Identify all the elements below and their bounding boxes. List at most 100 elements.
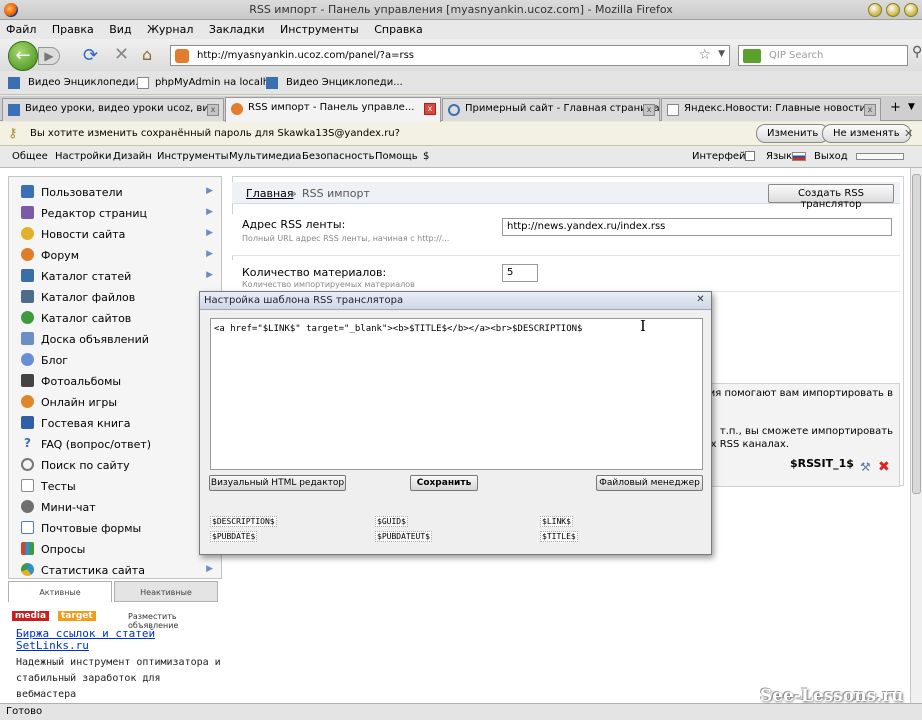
search-icon[interactable]: ⚲ <box>912 44 922 60</box>
url-bar[interactable]: http://myasnyankin.ucoz.com/panel/?a=rss… <box>170 45 730 66</box>
create-rss-button[interactable]: Создать RSS транслятор <box>768 184 894 210</box>
sidebar-item-minichat[interactable]: Мини-чат <box>9 497 221 517</box>
stats-icon <box>21 563 34 576</box>
maximize-button[interactable] <box>886 3 900 17</box>
tab-list-icon[interactable]: ▼ <box>908 102 915 112</box>
template-variable[interactable]: $GUID$ <box>375 516 408 527</box>
ad-title-link[interactable]: Биржа ссылок и статей SetLinks.ru <box>16 628 216 652</box>
ad-brand-target[interactable]: target <box>58 611 96 621</box>
bookmark-item[interactable]: Видео Энциклопеди... <box>286 77 403 88</box>
back-button[interactable]: ← <box>8 41 38 71</box>
sidebar-item-faq[interactable]: ? FAQ (вопрос/ответ) <box>9 434 221 454</box>
tab-yandex-news[interactable]: Яндекс.Новости: Главные новости x <box>661 98 881 121</box>
tab-inactive-modules[interactable]: Неактивные <box>114 581 218 602</box>
visual-editor-button[interactable]: Визуальный HTML редактор <box>209 475 346 491</box>
bookmark-star-icon[interactable]: ☆ <box>698 47 711 63</box>
close-icon[interactable]: x <box>424 103 436 115</box>
file-manager-button[interactable]: Файловый менеджер <box>596 475 703 491</box>
ad-brand-media[interactable]: media <box>12 611 50 621</box>
minimize-button[interactable] <box>868 3 882 17</box>
menu-help[interactable]: Справка <box>368 20 428 36</box>
tab-video-lessons[interactable]: Видео уроки, видео уроки ucoz, ви... x <box>2 98 224 121</box>
logout-link[interactable]: Выход <box>814 151 848 162</box>
breadcrumb-home-link[interactable]: Главная <box>246 187 294 200</box>
window-title: RSS импорт - Панель управления [myasnyan… <box>249 3 673 16</box>
count-input[interactable]: 5 <box>502 264 538 282</box>
sidebar-item-board[interactable]: Доска объявлений <box>9 329 221 349</box>
search-input[interactable]: QIP Search <box>738 45 908 66</box>
menu-edit[interactable]: Правка <box>46 20 100 36</box>
menu-bar: Файл Правка Вид Журнал Закладки Инструме… <box>0 20 922 39</box>
sidebar-item-tests[interactable]: Тесты <box>9 476 221 496</box>
sidebar-item-mailforms[interactable]: Почтовые формы <box>9 518 221 538</box>
sidebar-item-polls[interactable]: Опросы <box>9 539 221 559</box>
russian-flag-icon[interactable] <box>792 152 806 161</box>
menu-file[interactable]: Файл <box>0 20 42 36</box>
template-editor[interactable]: <a href="$LINK$" target="_blank"><b>$TIT… <box>210 318 703 470</box>
sidebar-item-stats[interactable]: Статистика сайта ▶ <box>9 560 221 580</box>
menu-bookmarks[interactable]: Закладки <box>203 20 271 36</box>
close-icon[interactable]: x <box>643 104 655 116</box>
admin-menu-general[interactable]: Общее <box>12 151 48 162</box>
tab-active-modules[interactable]: Активные <box>8 581 112 602</box>
dialog-titlebar[interactable]: Настройка шаблона RSS транслятора ✕ <box>200 292 711 310</box>
menu-view[interactable]: Вид <box>103 20 137 36</box>
interface-checkbox[interactable] <box>745 151 755 161</box>
vertical-scrollbar[interactable] <box>910 168 922 703</box>
sidebar-item-news[interactable]: Новости сайта ▶ <box>9 224 221 244</box>
sidebar-item-games[interactable]: Онлайн игры <box>9 392 221 412</box>
bookmark-item[interactable]: phpMyAdmin на localh... <box>155 77 279 88</box>
template-variable[interactable]: $PUBDATE$ <box>210 531 258 542</box>
sidebar-item-files[interactable]: Каталог файлов <box>9 287 221 307</box>
sidebar-item-sites[interactable]: Каталог сайтов <box>9 308 221 328</box>
save-button[interactable]: Сохранить <box>410 475 478 491</box>
forward-button[interactable]: ▶ <box>38 47 60 65</box>
sidebar-item-articles[interactable]: Каталог статей ▶ <box>9 266 221 286</box>
dont-change-button[interactable]: Не изменять <box>822 124 911 143</box>
menu-history[interactable]: Журнал <box>141 20 199 36</box>
sidebar-item-blog[interactable]: Блог <box>9 350 221 370</box>
sidebar-item-forum[interactable]: Форум ▶ <box>9 245 221 265</box>
new-tab-icon[interactable]: + <box>890 100 901 115</box>
close-icon[interactable]: ✕ <box>904 127 913 140</box>
sidebar-item-users[interactable]: Пользователи ▶ <box>9 182 221 202</box>
rss-address-input[interactable]: http://news.yandex.ru/index.rss <box>502 218 892 236</box>
tab-rss-import[interactable]: RSS импорт - Панель управле... x <box>225 97 441 122</box>
width-slider[interactable] <box>856 153 904 160</box>
rss-template-dialog: Настройка шаблона RSS транслятора ✕ <a h… <box>199 291 712 555</box>
sidebar-item-page-editor[interactable]: Редактор страниц ▶ <box>9 203 221 223</box>
admin-menu-multimedia[interactable]: Мультимедиа <box>229 151 301 162</box>
admin-menu-tools[interactable]: Инструменты <box>157 151 229 162</box>
language-label[interactable]: Язык <box>766 151 792 162</box>
menu-tools[interactable]: Инструменты <box>274 20 365 36</box>
sidebar-item-guestbook[interactable]: Гостевая книга <box>9 413 221 433</box>
close-icon[interactable]: ✕ <box>694 294 707 307</box>
admin-menu-security[interactable]: Безопасность <box>302 151 375 162</box>
search-engine-icon[interactable] <box>743 49 761 63</box>
template-variable[interactable]: $DESCRIPTION$ <box>210 516 277 527</box>
sidebar-item-photos[interactable]: Фотоальбомы <box>9 371 221 391</box>
close-icon[interactable]: x <box>207 104 219 116</box>
interface-label[interactable]: Интерфейс <box>692 151 751 162</box>
sidebar-item-search[interactable]: Поиск по сайту <box>9 455 221 475</box>
admin-menu-help[interactable]: Помощь <box>375 151 418 162</box>
tab-sample-site[interactable]: Примерный сайт - Главная страница x <box>442 98 660 121</box>
template-variable[interactable]: $PUBDATEUT$ <box>375 531 432 542</box>
admin-menu-design[interactable]: Дизайн <box>113 151 152 162</box>
reload-icon[interactable]: ⟳ <box>83 45 98 66</box>
change-password-button[interactable]: Изменить <box>756 124 830 143</box>
home-icon[interactable]: ⌂ <box>142 45 152 64</box>
close-window-button[interactable] <box>904 3 918 17</box>
wrench-icon[interactable]: ⚒ <box>860 460 871 474</box>
stop-icon[interactable]: ✕ <box>114 44 129 65</box>
close-icon[interactable]: x <box>864 104 876 116</box>
template-variable[interactable]: $TITLE$ <box>540 531 578 542</box>
admin-menu-settings[interactable]: Настройки <box>55 151 111 162</box>
template-variable[interactable]: $LINK$ <box>540 516 573 527</box>
admin-menu-dollar[interactable]: $ <box>423 151 429 162</box>
chevron-down-icon[interactable]: ▼ <box>718 49 725 59</box>
scrollbar-thumb[interactable] <box>912 174 921 494</box>
description-line: их RSS каналах. <box>704 439 789 450</box>
delete-icon[interactable]: ✖ <box>878 459 890 475</box>
bookmark-item[interactable]: Видео Энциклопеди... <box>28 77 145 88</box>
